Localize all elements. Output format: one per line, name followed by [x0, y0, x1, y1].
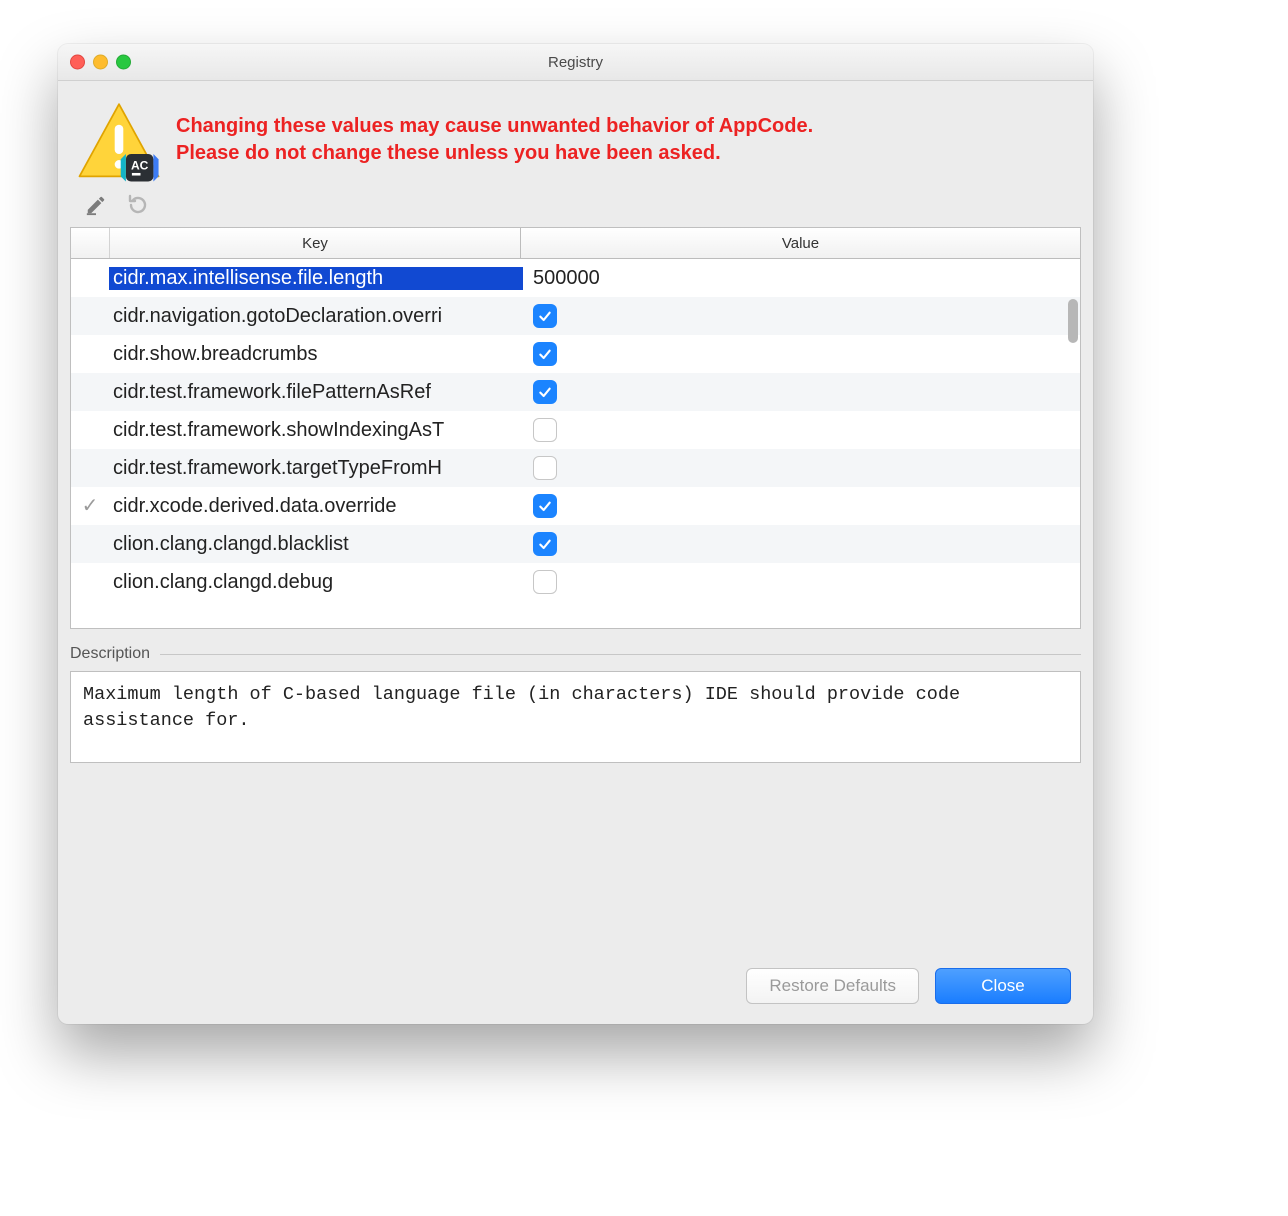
table-header: Key Value	[71, 228, 1080, 259]
table-row[interactable]: ✓ cidr.xcode.derived.data.override	[71, 487, 1080, 525]
value-checkbox[interactable]	[533, 380, 557, 404]
value-checkbox[interactable]	[533, 418, 557, 442]
scrollbar-thumb[interactable]	[1068, 299, 1078, 343]
warning-line-2: Please do not change these unless you ha…	[176, 142, 721, 164]
description-text: Maximum length of C-based language file …	[70, 671, 1081, 763]
value-checkbox[interactable]	[533, 532, 557, 556]
warning-header: AC Changing these values may cause unwan…	[58, 81, 1093, 189]
value-checkbox[interactable]	[533, 570, 557, 594]
registry-value[interactable]: 500000	[523, 267, 1080, 290]
window-controls	[70, 55, 131, 70]
close-window-button[interactable]	[70, 55, 85, 70]
header-marker	[71, 228, 110, 258]
svg-text:AC: AC	[131, 159, 149, 173]
table-row[interactable]: cidr.test.framework.targetTypeFromH	[71, 449, 1080, 487]
registry-key[interactable]: cidr.navigation.gotoDeclaration.overri	[109, 305, 523, 328]
registry-window: Registry AC Changi	[58, 44, 1093, 1024]
titlebar: Registry	[58, 44, 1093, 81]
value-checkbox[interactable]	[533, 304, 557, 328]
registry-key[interactable]: clion.clang.clangd.blacklist	[109, 533, 523, 556]
close-button[interactable]: Close	[935, 968, 1071, 1004]
dialog-footer: Restore Defaults Close	[58, 950, 1093, 1024]
warning-line-1: Changing these values may cause unwanted…	[176, 115, 813, 137]
table-row[interactable]: cidr.navigation.gotoDeclaration.overri	[71, 297, 1080, 335]
description-label: Description	[70, 645, 150, 663]
table-row[interactable]: clion.clang.clangd.debug	[71, 563, 1080, 601]
registry-value[interactable]	[523, 342, 1080, 366]
edit-button[interactable]	[84, 193, 108, 217]
table-row[interactable]: cidr.show.breadcrumbs	[71, 335, 1080, 373]
minimize-window-button[interactable]	[93, 55, 108, 70]
header-value[interactable]: Value	[521, 228, 1080, 258]
registry-key[interactable]: cidr.test.framework.filePatternAsRef	[109, 381, 523, 404]
registry-key[interactable]: cidr.show.breadcrumbs	[109, 343, 523, 366]
table-body[interactable]: cidr.max.intellisense.file.length500000c…	[71, 259, 1080, 628]
registry-value[interactable]	[523, 380, 1080, 404]
table-row[interactable]: cidr.test.framework.showIndexingAsT	[71, 411, 1080, 449]
registry-value[interactable]	[523, 418, 1080, 442]
warning-icon: AC	[76, 99, 162, 185]
modified-marker: ✓	[71, 496, 109, 516]
toolbar	[58, 189, 1093, 223]
revert-button[interactable]	[126, 193, 150, 217]
registry-value[interactable]	[523, 570, 1080, 594]
registry-key[interactable]: clion.clang.clangd.debug	[109, 571, 523, 594]
value-checkbox[interactable]	[533, 342, 557, 366]
zoom-window-button[interactable]	[116, 55, 131, 70]
description-section: Description Maximum length of C-based la…	[70, 645, 1081, 763]
registry-key[interactable]: cidr.test.framework.targetTypeFromH	[109, 457, 523, 480]
restore-defaults-button[interactable]: Restore Defaults	[746, 968, 919, 1004]
registry-key[interactable]: cidr.max.intellisense.file.length	[109, 267, 523, 290]
table-row[interactable]: cidr.max.intellisense.file.length500000	[71, 259, 1080, 297]
warning-text: Changing these values may cause unwanted…	[176, 113, 813, 167]
value-checkbox[interactable]	[533, 456, 557, 480]
window-title: Registry	[548, 54, 603, 71]
registry-value[interactable]	[523, 456, 1080, 480]
table-row[interactable]: clion.clang.clangd.blacklist	[71, 525, 1080, 563]
check-icon: ✓	[82, 496, 99, 516]
separator	[160, 654, 1081, 655]
registry-value[interactable]	[523, 532, 1080, 556]
registry-table[interactable]: Key Value cidr.max.intellisense.file.len…	[70, 227, 1081, 629]
table-row[interactable]: cidr.test.framework.filePatternAsRef	[71, 373, 1080, 411]
registry-value[interactable]	[523, 494, 1080, 518]
registry-key[interactable]: cidr.xcode.derived.data.override	[109, 495, 523, 518]
registry-value[interactable]	[523, 304, 1080, 328]
header-key[interactable]: Key	[110, 228, 521, 258]
registry-key[interactable]: cidr.test.framework.showIndexingAsT	[109, 419, 523, 442]
value-checkbox[interactable]	[533, 494, 557, 518]
